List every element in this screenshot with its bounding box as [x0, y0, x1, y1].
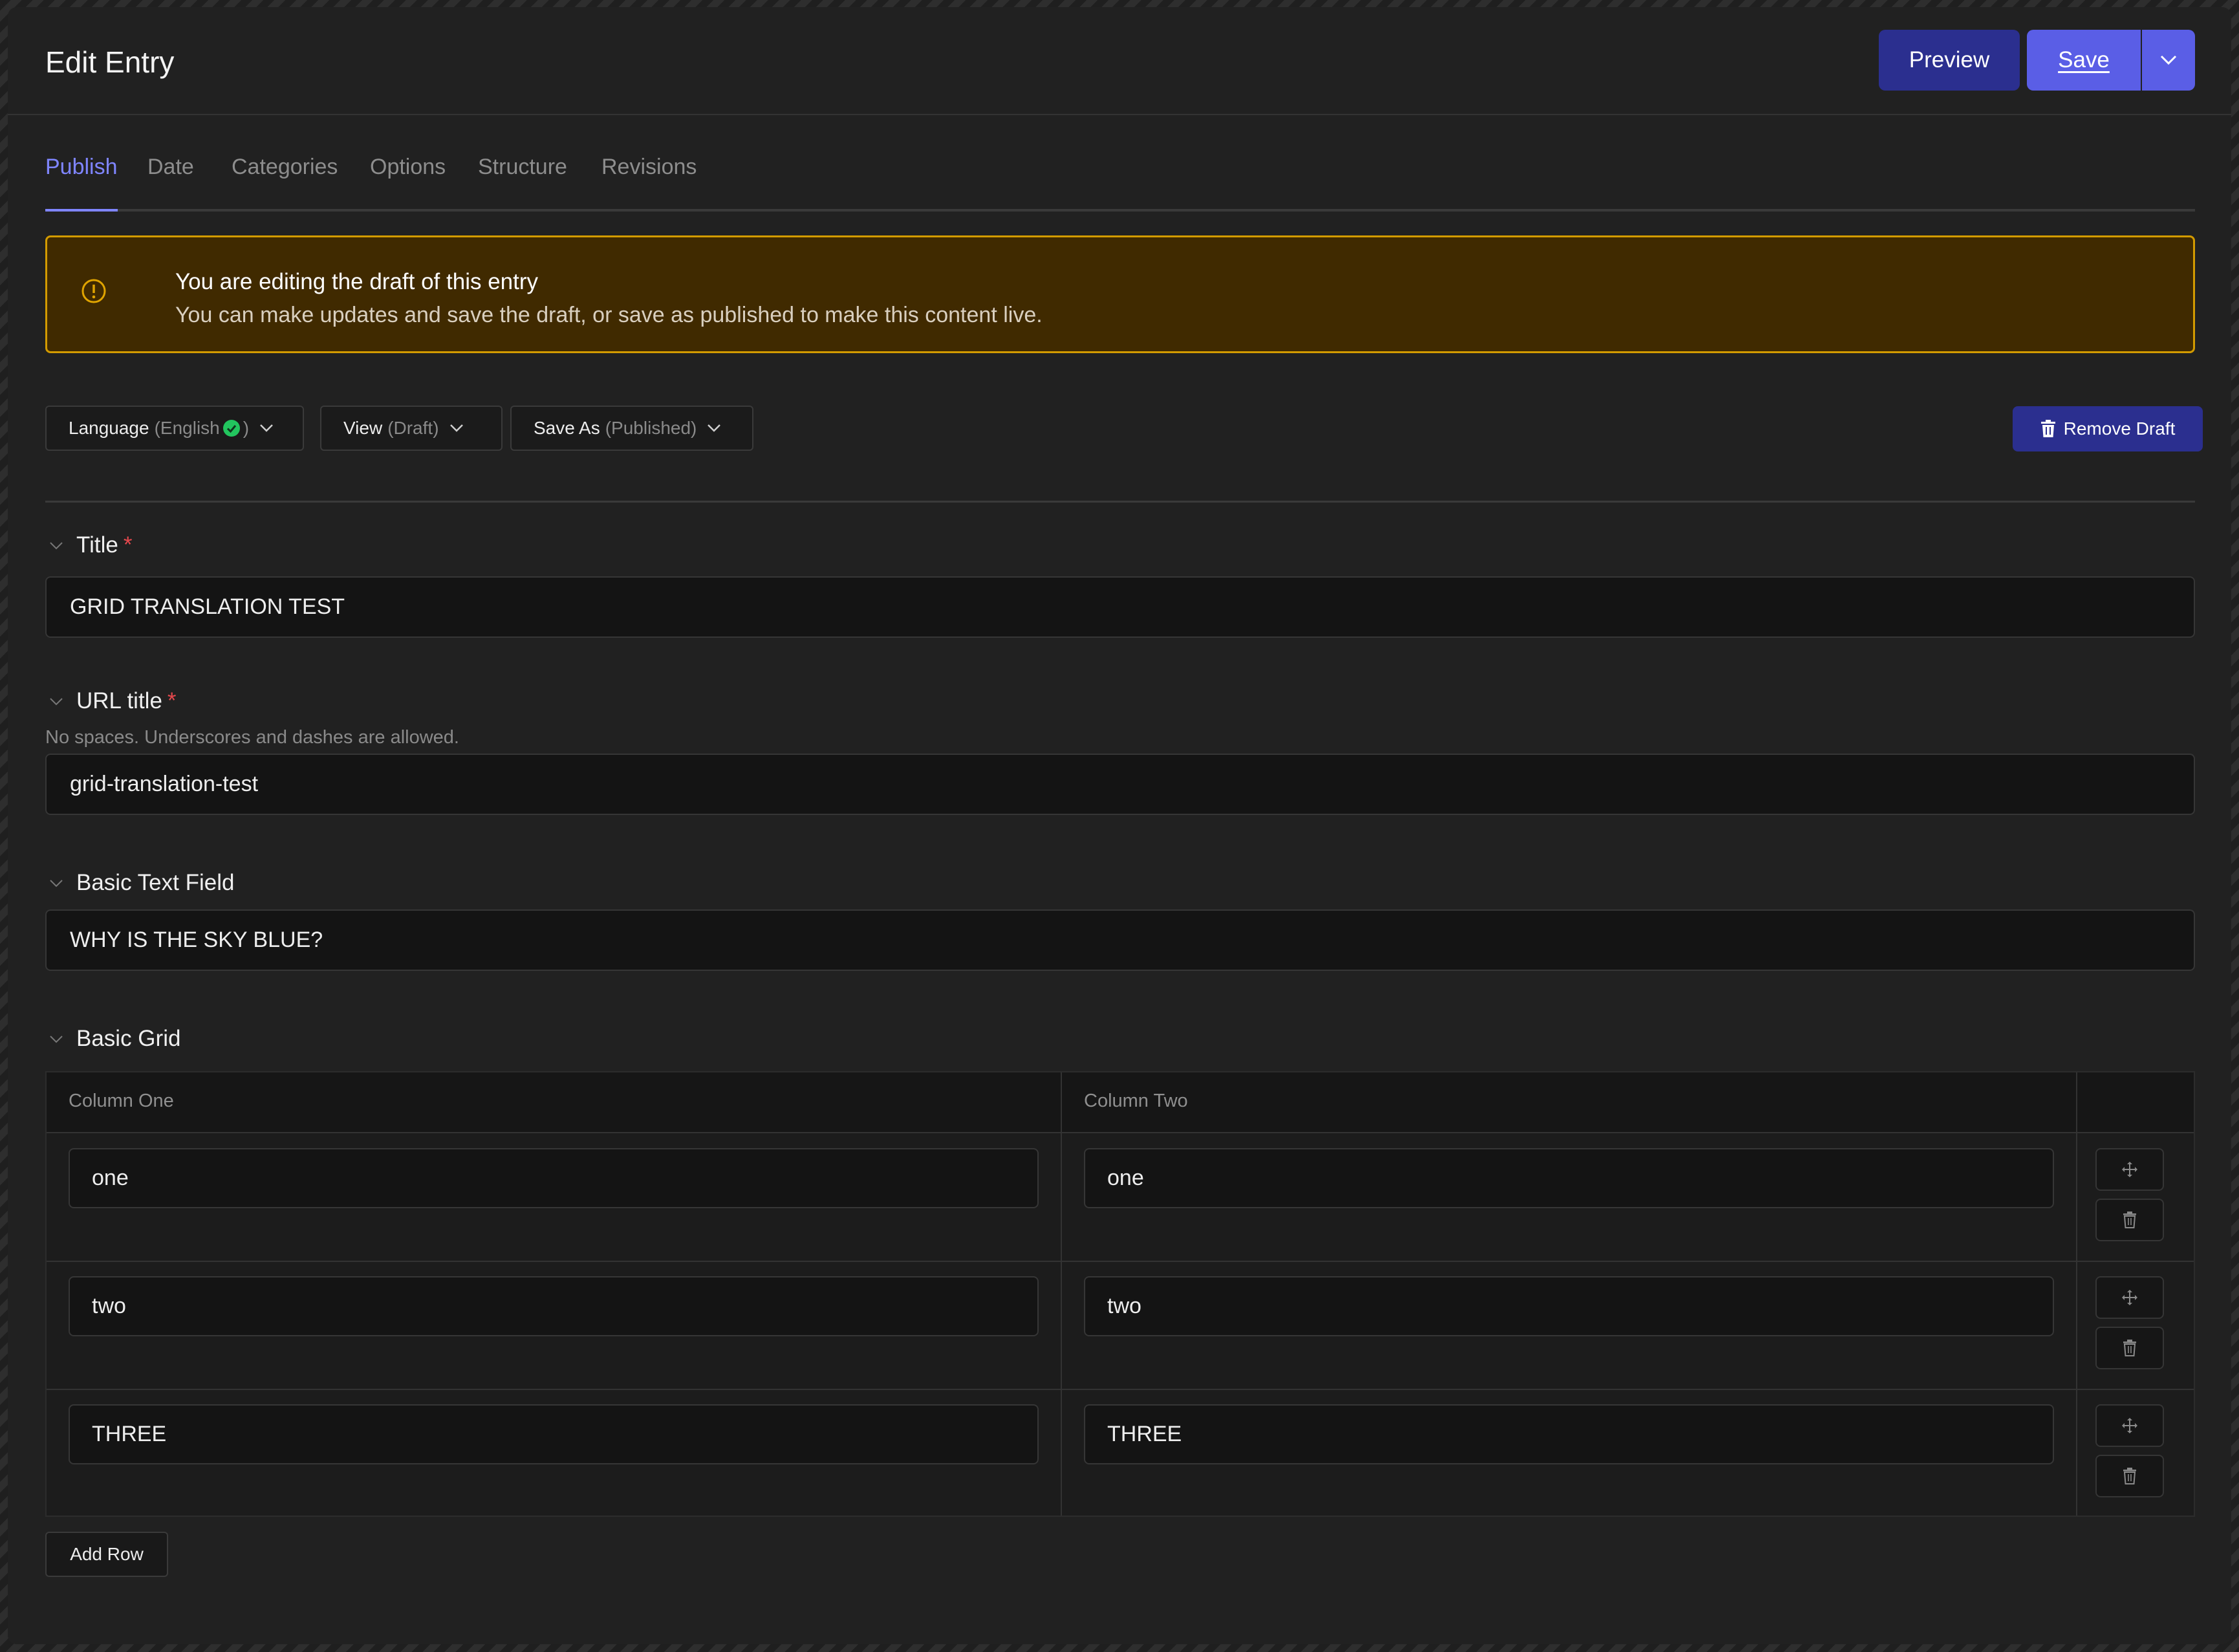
- view-value: (Draft): [387, 418, 439, 438]
- section-divider: [45, 501, 2195, 503]
- delete-row-button[interactable]: [2095, 1199, 2164, 1241]
- tab-options[interactable]: Options: [370, 155, 446, 180]
- tab-revisions[interactable]: Revisions: [601, 155, 697, 180]
- chevron-down-icon: [449, 424, 463, 432]
- view-label: View: [343, 418, 383, 438]
- trash-icon: [2123, 1212, 2136, 1228]
- save-button[interactable]: Save: [2027, 30, 2141, 91]
- tab-publish[interactable]: Publish: [45, 155, 118, 180]
- tab-bar: Publish Date Categories Options Structur…: [45, 136, 2195, 212]
- language-value: (English: [154, 418, 220, 438]
- chevron-down-icon: [2160, 55, 2177, 65]
- active-tab-indicator: [45, 209, 118, 212]
- grid-cell-input[interactable]: one: [69, 1148, 1039, 1208]
- preview-button[interactable]: Preview: [1879, 30, 2020, 91]
- basic-text-input[interactable]: WHY IS THE SKY BLUE?: [45, 909, 2195, 971]
- url-title-field-label: URL title *: [76, 688, 177, 714]
- url-title-hint: No spaces. Underscores and dashes are al…: [45, 727, 459, 748]
- check-circle-icon: [222, 420, 240, 437]
- grid-cell-input[interactable]: THREE: [69, 1404, 1039, 1464]
- collapse-chevron-icon[interactable]: [49, 879, 63, 888]
- language-label: Language: [69, 418, 149, 438]
- grid-cell-input[interactable]: two: [1084, 1276, 2054, 1336]
- reorder-row-button[interactable]: [2095, 1276, 2164, 1319]
- move-icon: [2122, 1162, 2137, 1177]
- tab-categories[interactable]: Categories: [232, 155, 338, 180]
- basic-grid-table: Column One Column Two one one two two TH…: [45, 1071, 2195, 1517]
- alert-text: You can make updates and save the draft,…: [175, 303, 1043, 327]
- edit-entry-panel: Edit Entry Preview Save Publish Date Cat…: [8, 7, 2231, 1644]
- trash-icon: [2040, 420, 2055, 437]
- column-one-header: Column One: [69, 1091, 174, 1111]
- collapse-chevron-icon[interactable]: [49, 541, 63, 550]
- grid-cell-input[interactable]: one: [1084, 1148, 2054, 1208]
- column-divider: [2076, 1072, 2077, 1516]
- row-divider: [47, 1389, 2194, 1390]
- title-field-label: Title *: [76, 532, 132, 558]
- trash-icon: [2123, 1468, 2136, 1484]
- tab-date[interactable]: Date: [147, 155, 194, 180]
- grid-cell-input[interactable]: THREE: [1084, 1404, 2054, 1464]
- basic-grid-label: Basic Grid: [76, 1026, 181, 1051]
- move-icon: [2122, 1290, 2137, 1305]
- remove-draft-label: Remove Draft: [2063, 418, 2176, 439]
- alert-title: You are editing the draft of this entry: [175, 269, 539, 294]
- language-dropdown[interactable]: Language (English ): [45, 406, 304, 451]
- save-as-label: Save As: [534, 418, 600, 438]
- url-title-label-text: URL title: [76, 688, 162, 713]
- view-dropdown[interactable]: View (Draft): [320, 406, 503, 451]
- chevron-down-icon: [708, 424, 721, 432]
- add-row-button[interactable]: Add Row: [45, 1532, 168, 1577]
- title-label-text: Title: [76, 532, 118, 558]
- page-title: Edit Entry: [45, 45, 175, 79]
- reorder-row-button[interactable]: [2095, 1404, 2164, 1447]
- tab-structure[interactable]: Structure: [478, 155, 567, 180]
- row-divider: [47, 1261, 2194, 1262]
- remove-draft-button[interactable]: Remove Draft: [2013, 406, 2203, 451]
- delete-row-button[interactable]: [2095, 1327, 2164, 1369]
- column-divider: [1061, 1072, 1062, 1516]
- move-icon: [2122, 1418, 2137, 1433]
- url-title-input[interactable]: grid-translation-test: [45, 754, 2195, 815]
- delete-row-button[interactable]: [2095, 1455, 2164, 1497]
- required-asterisk: *: [123, 532, 133, 558]
- chevron-down-icon: [260, 424, 273, 432]
- save-as-dropdown[interactable]: Save As (Published): [510, 406, 753, 451]
- language-value-close: ): [243, 418, 250, 438]
- grid-cell-input[interactable]: two: [69, 1276, 1039, 1336]
- save-options-button[interactable]: [2142, 30, 2195, 91]
- column-two-header: Column Two: [1084, 1091, 1188, 1111]
- grid-header-row: Column One Column Two: [47, 1072, 2194, 1133]
- alert-circle-icon: [81, 279, 106, 303]
- header: Edit Entry Preview Save: [8, 7, 2231, 115]
- trash-icon: [2123, 1340, 2136, 1356]
- save-as-value: (Published): [605, 418, 697, 438]
- title-input[interactable]: GRID TRANSLATION TEST: [45, 576, 2195, 638]
- collapse-chevron-icon[interactable]: [49, 697, 63, 706]
- draft-alert: You are editing the draft of this entry …: [45, 235, 2195, 353]
- required-asterisk: *: [167, 688, 177, 713]
- collapse-chevron-icon[interactable]: [49, 1035, 63, 1044]
- reorder-row-button[interactable]: [2095, 1148, 2164, 1191]
- basic-text-field-label: Basic Text Field: [76, 870, 235, 895]
